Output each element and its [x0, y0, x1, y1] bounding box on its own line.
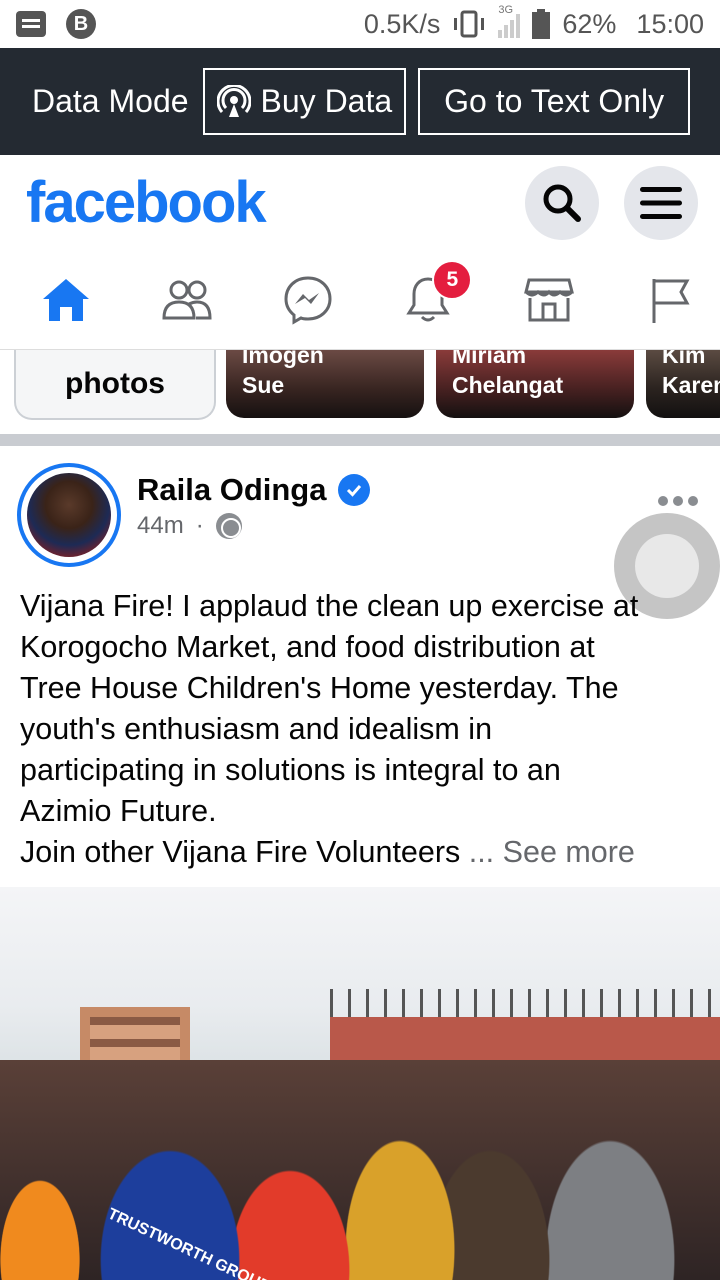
story-card[interactable]: Miriam Chelangat: [436, 350, 634, 418]
photos-button[interactable]: photos: [14, 350, 216, 420]
battery-level: 62%: [562, 8, 617, 39]
buy-data-label: Buy Data: [260, 83, 393, 119]
marketplace-icon: [524, 278, 575, 321]
tab-friends[interactable]: [157, 270, 217, 330]
post-line: Vijana Fire! I applaud the clean up exer…: [20, 589, 639, 623]
broadcast-icon: [216, 84, 251, 117]
story-card[interactable]: Kim Karen: [646, 350, 720, 418]
post-photo[interactable]: TRUSTWORTH GROUP: [0, 887, 720, 1280]
post-line: participating in solutions is integral t…: [20, 753, 561, 787]
search-button[interactable]: [525, 165, 599, 240]
post-author[interactable]: Raila Odinga: [137, 472, 371, 508]
post-time[interactable]: 44m: [137, 512, 184, 540]
post-line: Tree House Children's Home yesterday. Th…: [20, 671, 619, 705]
post-line: youth's enthusiasm and idealism in: [20, 712, 493, 746]
story-name-line1: Miriam: [452, 350, 527, 368]
author-name: Raila Odinga: [137, 472, 327, 507]
photos-label: photos: [65, 367, 165, 400]
data-mode-label: Data Mode: [32, 83, 189, 119]
signal-icon: 3G: [498, 4, 521, 38]
search-icon: [543, 184, 581, 222]
tab-notifications[interactable]: 5: [398, 259, 473, 330]
feed-divider: [0, 434, 720, 446]
menu-button[interactable]: [624, 165, 698, 240]
meta-separator: ·: [195, 512, 204, 539]
post-line: Join other Vijana Fire Volunteers: [20, 835, 461, 869]
story-name-line1: Kim: [662, 350, 706, 368]
data-mode-bar: Data Mode Buy Data Go to Text Only: [0, 48, 720, 155]
text-only-button[interactable]: Go to Text Only: [418, 68, 691, 135]
vibrate-icon: [454, 10, 485, 38]
post-ellipsis: ...: [460, 835, 495, 869]
tab-pages[interactable]: [640, 270, 700, 330]
post-meta: 44m ·: [137, 512, 242, 540]
status-bar: B 0.5K/s 3G 62% 15:00: [0, 0, 720, 48]
facebook-logo[interactable]: facebook: [26, 169, 267, 236]
story-card[interactable]: Imogen Sue: [226, 350, 424, 418]
clock: 15:00: [636, 8, 704, 39]
tab-messenger[interactable]: [278, 270, 338, 330]
buy-data-button[interactable]: Buy Data: [202, 68, 407, 135]
messenger-icon: [284, 275, 332, 325]
globe-icon: [215, 513, 242, 539]
home-icon: [43, 278, 89, 321]
menu-icon: [640, 186, 682, 219]
more-options-icon[interactable]: [658, 496, 698, 506]
post-line: Azimio Future.: [20, 794, 217, 828]
post-text: Vijana Fire! I applaud the clean up exer…: [20, 586, 710, 873]
story-name-line2: Chelangat: [452, 372, 564, 398]
avatar: [27, 473, 111, 557]
feed-post: Raila Odinga 44m · Vijana Fire! I applau…: [0, 446, 720, 1280]
see-more-link[interactable]: See more: [494, 835, 635, 869]
app-header: facebook: [0, 155, 720, 250]
nav-tabs: 5: [0, 250, 720, 350]
stories-strip: photos Imogen Sue Miriam Chelangat Kim Kare…: [0, 350, 720, 434]
tab-marketplace[interactable]: [519, 270, 579, 330]
text-only-label: Go to Text Only: [444, 83, 665, 119]
message-icon: [16, 11, 46, 37]
post-line: Korogocho Market, and food distribution …: [20, 630, 595, 664]
story-name-line1: Imogen: [242, 350, 324, 368]
story-name-line2: Sue: [242, 372, 285, 398]
flag-icon: [652, 278, 690, 323]
b-icon: B: [66, 9, 96, 39]
battery-icon: [532, 9, 551, 39]
verified-badge-icon: [338, 474, 371, 506]
notification-badge: 5: [432, 259, 473, 300]
author-avatar-ring[interactable]: [17, 463, 121, 567]
tab-home[interactable]: [36, 270, 96, 330]
story-name-line2: Karen: [662, 372, 720, 398]
photo-crowd: [0, 1060, 720, 1280]
friends-icon: [162, 280, 212, 319]
network-speed: 0.5K/s: [363, 8, 441, 39]
